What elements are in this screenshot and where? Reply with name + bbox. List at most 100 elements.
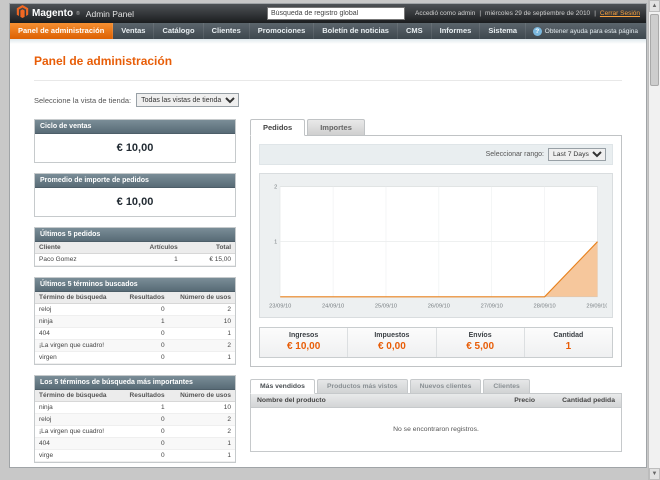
last-orders-box: Últimos 5 pedidos Cliente Artículos Total P…: [34, 227, 236, 267]
nav-item[interactable]: Informes: [432, 23, 481, 39]
scroll-up-arrow[interactable]: ▲: [649, 0, 660, 12]
table-cell: 1: [120, 401, 169, 414]
table-cell: 1: [168, 449, 235, 462]
average-order-box: Promedio de importe de pedidos € 10,00: [34, 173, 236, 217]
table-cell: 2: [168, 303, 235, 316]
tab[interactable]: Importes: [307, 119, 365, 136]
table-row[interactable]: ¡La virgen que cuadro! 0 2: [35, 425, 235, 438]
stat-label: Impuestos: [374, 332, 410, 339]
range-label: Seleccionar rango:: [485, 151, 544, 158]
table-row[interactable]: 404 0 1: [35, 437, 235, 450]
table-cell: 404: [35, 437, 121, 450]
average-order-value: € 10,00: [116, 196, 154, 208]
nav-item[interactable]: Promociones: [250, 23, 315, 39]
table-row[interactable]: 404 0 1: [35, 327, 235, 340]
table-row[interactable]: reloj 0 2: [35, 303, 235, 316]
global-search-input[interactable]: [266, 7, 405, 20]
nav-item[interactable]: CMS: [398, 23, 432, 39]
table-row[interactable]: reloj 0 2: [35, 413, 235, 426]
grid-tabs: Más vendidos Productos más vistos Nuevos c…: [250, 379, 622, 394]
empty-message: No se encontraron registros.: [393, 426, 479, 433]
logged-in-as: Accedió como admin: [414, 10, 476, 17]
column-header: Total: [181, 242, 235, 254]
table-cell: reloj: [35, 303, 121, 316]
store-view-select[interactable]: Todas las vistas de tienda: [136, 93, 240, 107]
tab[interactable]: Más vendidos: [250, 379, 315, 394]
help-link[interactable]: ? Obtener ayuda para esta página: [532, 23, 646, 39]
tab[interactable]: Pedidos: [250, 119, 306, 136]
table-cell: 1: [168, 351, 235, 364]
column-header: Término de búsqueda: [35, 390, 121, 402]
stat-label: Cantidad: [553, 332, 584, 339]
left-column: Ciclo de ventas € 10,00 Promedio de impo…: [34, 119, 236, 467]
chart-panel: Seleccionar rango: Last 7 Days 1 2 23/09/1…: [250, 135, 622, 367]
column-header: Artículos: [116, 242, 182, 254]
store-view-label: Seleccione la vista de tienda:: [34, 95, 132, 105]
nav-item[interactable]: Catálogo: [154, 23, 204, 39]
orders-chart: 1 2 23/09/10 24/09/10 25/09/10 26/09/10 27/09/…: [269, 185, 607, 310]
nav-item[interactable]: Clientes: [204, 23, 250, 39]
last-orders-table: Cliente Artículos Total Paco Gomez 1 € 15,00: [35, 242, 235, 266]
current-date: miércoles 29 de septiembre de 2010: [485, 10, 591, 17]
table-cell: 0: [120, 351, 169, 364]
table-row[interactable]: virgen 0 1: [35, 351, 235, 364]
magento-logo: Magento ® Admin Panel: [16, 4, 134, 23]
scrollbar-thumb[interactable]: [650, 14, 659, 86]
box-title: Últimos 5 términos buscados: [35, 278, 235, 292]
stat-value: € 0,00: [377, 341, 406, 352]
table-row[interactable]: ninja 1 10: [35, 401, 235, 414]
chart-tabs: Pedidos Importes: [250, 119, 622, 136]
help-icon: ?: [532, 26, 542, 36]
totals-row: Ingresos € 10,00 Impuestos € 0,00 Envíos € 5,…: [259, 327, 613, 358]
total-stat: Cantidad 1: [523, 328, 612, 357]
nav-item[interactable]: Sistema: [480, 23, 527, 39]
vertical-scrollbar[interactable]: ▲ ▼: [648, 0, 660, 480]
table-header-row: Término de búsqueda Resultados Número de u…: [35, 390, 235, 402]
logout-link[interactable]: Cerrar Sesión: [600, 10, 640, 17]
svg-text:27/09/10: 27/09/10: [481, 303, 503, 309]
table-cell: 1: [120, 315, 169, 328]
table-cell: 2: [168, 413, 235, 426]
stat-value: € 10,00: [286, 341, 321, 352]
table-cell: virgen: [35, 351, 121, 364]
main-nav: Panel de administración Ventas Catálogo Cli…: [10, 23, 646, 39]
tab[interactable]: Productos más vistos: [316, 379, 408, 394]
separator: |: [479, 10, 482, 17]
bestsellers-panel: Nombre del producto Precio Cantidad pedida…: [250, 393, 622, 452]
svg-text:2: 2: [274, 185, 277, 191]
table-cell: 1: [116, 253, 182, 266]
nav-item[interactable]: Ventas: [113, 23, 155, 39]
column-header: Precio: [481, 394, 541, 408]
svg-text:24/09/10: 24/09/10: [322, 303, 344, 309]
table-cell: reloj: [35, 413, 121, 426]
table-row[interactable]: ninja 1 10: [35, 315, 235, 328]
table-row[interactable]: Paco Gomez 1 € 15,00: [35, 253, 235, 266]
scroll-down-arrow[interactable]: ▼: [649, 468, 660, 480]
nav-item[interactable]: Boletín de noticias: [314, 23, 398, 39]
table-row[interactable]: virge 0 1: [35, 449, 235, 462]
column-header: Nombre del producto: [251, 394, 481, 408]
nav-items: Panel de administración Ventas Catálogo Cli…: [10, 23, 527, 39]
table-cell: 1: [168, 327, 235, 340]
svg-text:1: 1: [274, 240, 277, 246]
empty-row: No se encontraron registros.: [251, 408, 621, 452]
last-search-terms-table: Término de búsqueda Resultados Número de u…: [35, 292, 235, 364]
range-select[interactable]: Last 7 Days: [548, 148, 606, 161]
svg-text:26/09/10: 26/09/10: [428, 303, 450, 309]
tab[interactable]: Nuevos clientes: [409, 379, 482, 394]
tab[interactable]: Clientes: [483, 379, 530, 394]
nav-item[interactable]: Panel de administración: [10, 23, 114, 39]
table-row[interactable]: ¡La virgen que cuadro! 0 2: [35, 339, 235, 352]
table-cell: € 15,00: [181, 253, 235, 266]
svg-text:29/09/10: 29/09/10: [586, 303, 607, 309]
column-header: Resultados: [120, 292, 169, 304]
column-header: Número de usos: [168, 390, 235, 402]
dashboard-columns: Ciclo de ventas € 10,00 Promedio de impo…: [34, 119, 622, 467]
column-header: Cliente: [35, 242, 117, 254]
svg-text:28/09/10: 28/09/10: [534, 303, 556, 309]
top-search-terms-table: Término de búsqueda Resultados Número de u…: [35, 390, 235, 462]
svg-text:23/09/10: 23/09/10: [269, 303, 291, 309]
table-cell: 2: [168, 339, 235, 352]
table-cell: 10: [168, 315, 235, 328]
divider: [34, 80, 622, 81]
